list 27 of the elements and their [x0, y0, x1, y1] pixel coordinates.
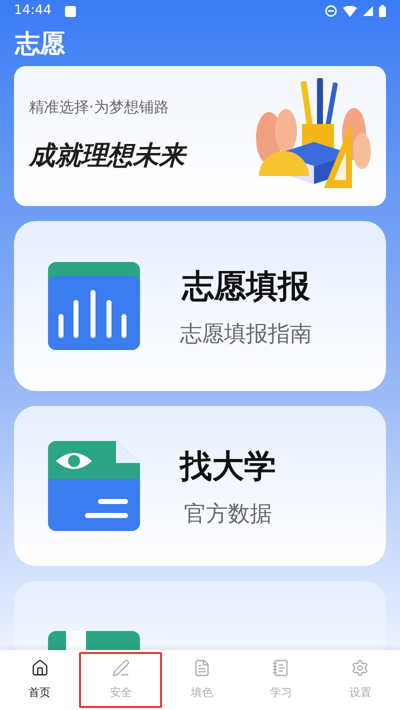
nav-tab[interactable]: 安全	[79, 652, 162, 708]
nav-tab[interactable]: 填色	[162, 650, 242, 710]
notification-icon	[65, 6, 76, 16]
nav-tab[interactable]: 设置	[320, 650, 400, 710]
card-title: 找大学	[180, 446, 276, 486]
notebook-icon	[272, 658, 290, 677]
signal-icon	[363, 6, 373, 16]
card-title: 志愿填报	[182, 266, 310, 306]
battery-icon	[379, 5, 386, 17]
banner-headline: 成就理想未来	[29, 136, 254, 176]
wifi-icon	[343, 6, 357, 16]
card-subtitle: 志愿填报指南	[180, 320, 312, 348]
document-icon	[193, 658, 211, 677]
page-title: 志愿	[15, 28, 65, 60]
nav-tab[interactable]: 学习	[242, 650, 321, 710]
banner-subtitle: 精准选择·为梦想铺路	[29, 97, 170, 118]
document-eye-icon	[48, 441, 140, 531]
settings-icon	[351, 658, 370, 677]
feature-card[interactable]: 找大学 官方数据	[14, 406, 386, 566]
feature-card[interactable]: 志愿填报 志愿填报指南	[14, 221, 386, 391]
status-time: 14:44	[14, 2, 52, 20]
do-not-disturb-icon	[325, 5, 337, 17]
nav-tab[interactable]: 首页	[0, 650, 80, 710]
pen-icon	[112, 658, 130, 677]
bar-chart-icon	[48, 262, 140, 350]
home-icon	[30, 658, 49, 677]
card-subtitle: 官方数据	[184, 500, 272, 528]
